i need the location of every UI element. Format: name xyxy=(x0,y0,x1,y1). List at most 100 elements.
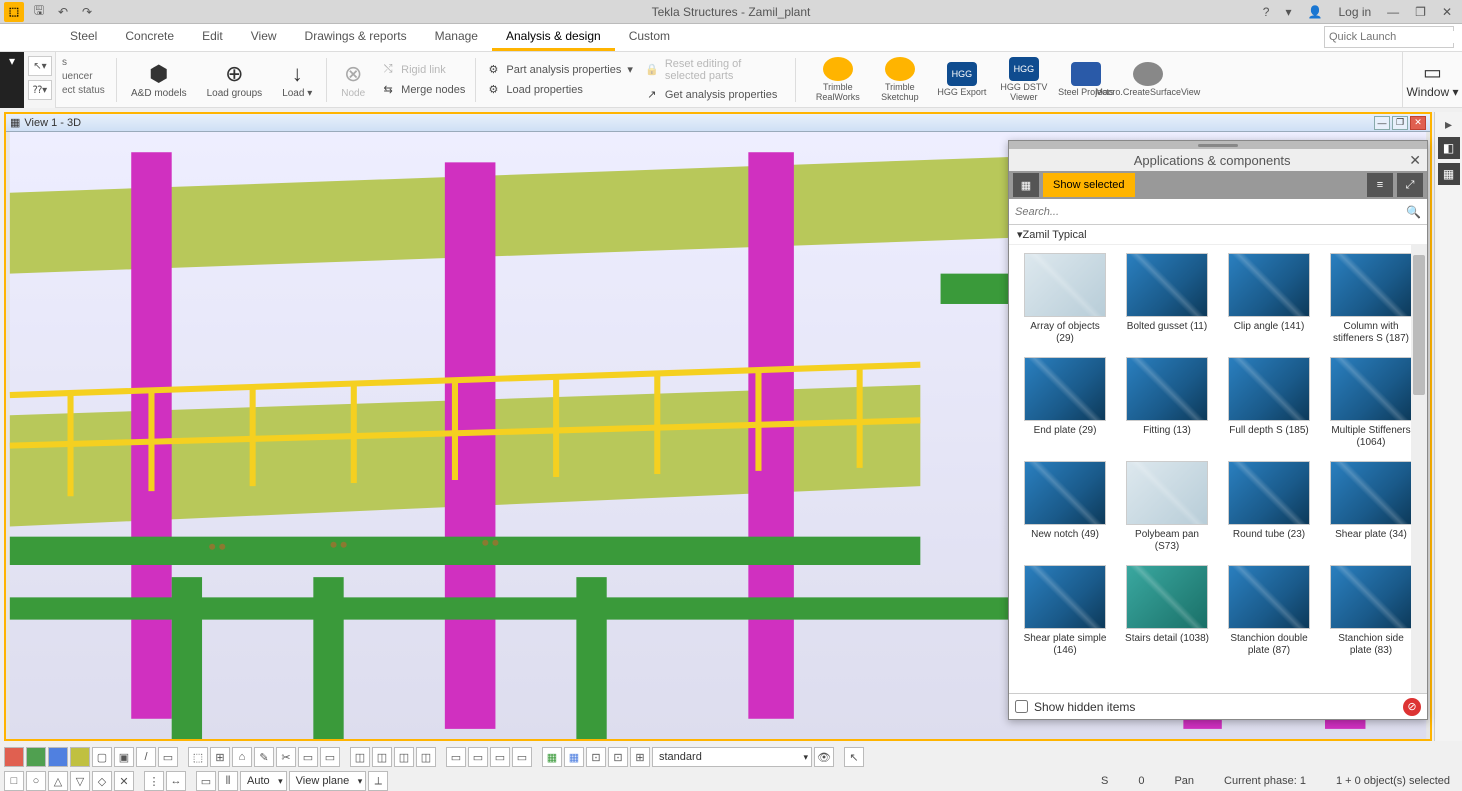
menu-view[interactable]: View xyxy=(237,24,291,51)
snap-int[interactable]: △ xyxy=(48,771,68,791)
part-analysis-properties-button[interactable]: ⚙Part analysis properties ▾ xyxy=(486,61,632,79)
component-item[interactable]: Full depth S (185) xyxy=(1221,357,1317,449)
chevron-down-icon[interactable]: ▾ xyxy=(3,52,21,70)
search-icon[interactable]: 🔍 xyxy=(1406,205,1421,219)
undo-icon[interactable]: ↶ xyxy=(54,3,72,21)
quick-launch-input[interactable] xyxy=(1329,31,1462,43)
snap-grid[interactable]: ⋮ xyxy=(144,771,164,791)
snap-ext[interactable]: ▭ xyxy=(196,771,216,791)
load-properties-button[interactable]: ⚙Load properties xyxy=(486,81,632,99)
component-item[interactable]: Polybeam pan (S73) xyxy=(1119,461,1215,553)
component-item[interactable]: Array of objects (29) xyxy=(1017,253,1113,345)
expand-arrow-icon[interactable]: ▸ xyxy=(1445,116,1452,133)
snap-2[interactable]: ▣ xyxy=(114,747,134,767)
snap-3[interactable]: / xyxy=(136,747,156,767)
menu-analysis-design[interactable]: Analysis & design xyxy=(492,24,615,51)
snap-yellow[interactable] xyxy=(70,747,90,767)
snap-perp[interactable]: ▽ xyxy=(70,771,90,791)
app-hgg-dstv[interactable]: HGGHGG DSTV Viewer xyxy=(996,57,1052,103)
grid-view-button[interactable]: ▦ xyxy=(1013,173,1039,197)
tool-m[interactable]: ▭ xyxy=(468,747,488,767)
tool-a[interactable]: ⬚ xyxy=(188,747,208,767)
close-icon[interactable]: ✕ xyxy=(1409,152,1421,169)
standard-dropdown[interactable]: standard xyxy=(652,747,812,767)
close-icon[interactable]: ✕ xyxy=(1410,116,1426,130)
viewplane-dropdown[interactable]: View plane xyxy=(289,771,367,791)
snap-blue[interactable] xyxy=(48,747,68,767)
tool-grid2[interactable]: ▦ xyxy=(564,747,584,767)
search-input[interactable] xyxy=(1015,206,1406,218)
tool-l[interactable]: ▭ xyxy=(446,747,466,767)
login-button[interactable]: Log in xyxy=(1334,5,1375,19)
tool-grid1[interactable]: ▦ xyxy=(542,747,562,767)
tool-j[interactable]: ◫ xyxy=(394,747,414,767)
quick-launch[interactable]: 🔍 xyxy=(1324,26,1454,48)
list-view-button[interactable]: ≡ xyxy=(1367,173,1393,197)
snap-red[interactable] xyxy=(4,747,24,767)
tool-sel1[interactable]: ⊡ xyxy=(586,747,606,767)
get-analysis-properties-button[interactable]: ↗Get analysis properties xyxy=(645,86,785,104)
tool-c[interactable]: ⌂ xyxy=(232,747,252,767)
component-item[interactable]: Shear plate (34) xyxy=(1323,461,1419,553)
tool-h[interactable]: ◫ xyxy=(350,747,370,767)
app-trimble-realworks[interactable]: Trimble RealWorks xyxy=(810,57,866,103)
menu-custom[interactable]: Custom xyxy=(615,24,684,51)
panel-scrollbar[interactable] xyxy=(1411,245,1427,693)
snap-mid[interactable]: ○ xyxy=(26,771,46,791)
help-icon[interactable]: ? xyxy=(1259,5,1274,19)
load-groups-button[interactable]: ⊕Load groups xyxy=(197,52,273,108)
show-hidden-checkbox[interactable] xyxy=(1015,700,1028,713)
snap-green[interactable] xyxy=(26,747,46,767)
menu-manage[interactable]: Manage xyxy=(421,24,492,51)
component-item[interactable]: New notch (49) xyxy=(1017,461,1113,553)
tool-sel3[interactable]: ⊞ xyxy=(630,747,650,767)
snap-line[interactable]: ↔ xyxy=(166,771,186,791)
component-item[interactable]: Stairs detail (1038) xyxy=(1119,565,1215,657)
tool-k[interactable]: ◫ xyxy=(416,747,436,767)
tool-f[interactable]: ▭ xyxy=(298,747,318,767)
snap-end[interactable]: □ xyxy=(4,771,24,791)
app-trimble-sketchup[interactable]: Trimble Sketchup xyxy=(872,57,928,103)
tool-d[interactable]: ✎ xyxy=(254,747,274,767)
component-item[interactable]: Clip angle (141) xyxy=(1221,253,1317,345)
menu-drawings[interactable]: Drawings & reports xyxy=(291,24,421,51)
tool-n[interactable]: ▭ xyxy=(490,747,510,767)
cube-panel-icon[interactable]: ◧ xyxy=(1438,137,1460,159)
menu-concrete[interactable]: Concrete xyxy=(111,24,188,51)
snap-par[interactable]: ⦀ xyxy=(218,771,238,791)
component-item[interactable]: Column with stiffeners S (187) xyxy=(1323,253,1419,345)
panel-grip[interactable] xyxy=(1009,141,1427,149)
minimize-icon[interactable]: — xyxy=(1374,116,1390,130)
auto-dropdown[interactable]: Auto xyxy=(240,771,287,791)
snap-1[interactable]: ▢ xyxy=(92,747,112,767)
restore-icon[interactable]: ❐ xyxy=(1411,5,1430,19)
component-item[interactable]: Multiple Stiffeners (1064) xyxy=(1323,357,1419,449)
tool-i[interactable]: ◫ xyxy=(372,747,392,767)
pointer-tool[interactable]: ↖▾ xyxy=(28,56,52,76)
close-icon[interactable]: ✕ xyxy=(1438,5,1456,19)
window-group[interactable]: ▭ Window ▾ xyxy=(1402,52,1462,107)
minimize-icon[interactable]: — xyxy=(1383,5,1403,19)
ad-models-button[interactable]: ⬢A&D models xyxy=(121,52,197,108)
chevron-down-icon[interactable]: ▾ xyxy=(1281,5,1295,19)
tool-g[interactable]: ▭ xyxy=(320,747,340,767)
help-tool[interactable]: ⁇▾ xyxy=(28,80,52,100)
snap-4[interactable]: ▭ xyxy=(158,747,178,767)
snap-ctr[interactable]: ◇ xyxy=(92,771,112,791)
component-item[interactable]: End plate (29) xyxy=(1017,357,1113,449)
component-item[interactable]: Fitting (13) xyxy=(1119,357,1215,449)
merge-nodes-button[interactable]: ⇆Merge nodes xyxy=(381,81,465,99)
redo-icon[interactable]: ↷ xyxy=(78,3,96,21)
tool-pointer[interactable]: ↖ xyxy=(844,747,864,767)
panel-search[interactable]: 🔍 xyxy=(1009,199,1427,225)
ortho-toggle[interactable]: ⟂ xyxy=(368,771,388,791)
component-item[interactable]: Stanchion double plate (87) xyxy=(1221,565,1317,657)
viewport-titlebar[interactable]: ▦ View 1 - 3D — ❐ ✕ xyxy=(6,114,1430,132)
collapse-icon[interactable]: ⤢ xyxy=(1397,173,1423,197)
load-button[interactable]: ↓Load ▾ xyxy=(272,52,322,108)
component-item[interactable]: Round tube (23) xyxy=(1221,461,1317,553)
app-macro-surface[interactable]: Macro.CreateSurfaceView xyxy=(1120,62,1176,98)
tool-sel2[interactable]: ⊡ xyxy=(608,747,628,767)
component-item[interactable]: Bolted gusset (11) xyxy=(1119,253,1215,345)
tool-b[interactable]: ⊞ xyxy=(210,747,230,767)
